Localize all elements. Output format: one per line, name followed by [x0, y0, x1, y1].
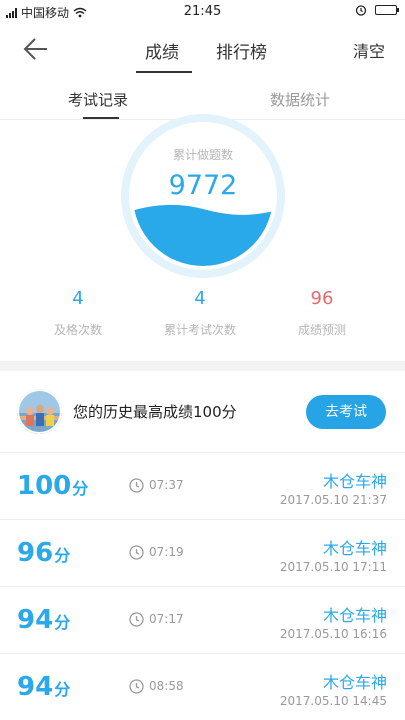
record-user: 木仓车神	[322, 539, 387, 558]
record-score: 94分	[17, 672, 70, 702]
record-date: 2017.05.10 16:16	[279, 627, 387, 641]
score-value: 94	[17, 605, 54, 635]
score-value: 94	[17, 672, 54, 702]
clock-icon	[129, 679, 144, 694]
stat-exam-count: 4 累计考试次数	[140, 288, 260, 338]
record-duration: 08:58	[149, 679, 184, 693]
active-subtab-indicator	[83, 117, 119, 119]
score-value: 96	[17, 538, 54, 568]
stat-score-prediction: 96 成绩预测	[262, 288, 382, 338]
record-user: 木仓车神	[322, 606, 387, 625]
tab-data-statistics[interactable]: 数据统计	[270, 89, 330, 110]
tab-ranking[interactable]: 排行榜	[216, 38, 267, 63]
best-score-text: 您的历史最高成绩100分	[73, 403, 237, 421]
avatar	[17, 389, 62, 434]
record-date: 2017.05.10 17:11	[279, 560, 387, 574]
record-duration: 07:37	[149, 478, 184, 492]
status-right	[355, 4, 399, 16]
back-arrow-icon[interactable]	[22, 36, 48, 62]
stat-label: 成绩预测	[297, 323, 346, 337]
record-user: 木仓车神	[322, 673, 387, 692]
record-score: 100分	[17, 471, 88, 501]
stat-label: 累计考试次数	[163, 323, 236, 337]
stat-value: 96	[310, 288, 334, 309]
gauge-label: 累计做题数	[172, 148, 233, 162]
clock-icon	[129, 478, 144, 493]
score-unit: 分	[54, 546, 71, 565]
status-time: 21:45	[183, 4, 222, 19]
alarm-icon	[355, 5, 367, 16]
clock-icon	[129, 545, 144, 560]
record-duration: 07:19	[149, 545, 184, 559]
record-row[interactable]: 94分 08:58 木仓车神 2017.05.10 14:45	[0, 654, 405, 720]
clock-icon	[129, 612, 144, 627]
score-unit: 分	[54, 680, 71, 699]
record-row[interactable]: 96分 07:19 木仓车神 2017.05.10 17:11	[0, 520, 405, 587]
best-score-row: 您的历史最高成绩100分 去考试	[0, 371, 405, 453]
score-unit: 分	[72, 479, 89, 498]
clear-button[interactable]: 清空	[353, 38, 385, 62]
record-row[interactable]: 100分 07:37 木仓车神 2017.05.10 21:37	[0, 453, 405, 520]
status-bar: 中国移动 21:45	[0, 0, 405, 24]
record-date: 2017.05.10 14:45	[279, 694, 387, 708]
stat-value: 4	[72, 288, 84, 309]
stat-label: 及格次数	[53, 323, 102, 337]
go-exam-button[interactable]: 去考试	[306, 395, 386, 429]
gauge-wave	[133, 204, 273, 266]
record-user: 木仓车神	[322, 472, 387, 491]
active-tab-indicator	[136, 71, 192, 73]
record-score: 94分	[17, 605, 70, 635]
battery-icon	[375, 5, 399, 15]
record-score: 96分	[17, 538, 70, 568]
tab-score[interactable]: 成绩	[145, 38, 179, 63]
record-date: 2017.05.10 21:37	[279, 493, 387, 507]
total-questions-value: 9772	[168, 170, 238, 201]
stat-value: 4	[194, 288, 206, 309]
score-value: 100	[17, 471, 72, 501]
section-divider	[0, 361, 405, 371]
score-unit: 分	[54, 613, 71, 632]
record-row[interactable]: 94分 07:17 木仓车神 2017.05.10 16:16	[0, 587, 405, 654]
top-nav: 成绩 排行榜 清空	[0, 24, 405, 74]
record-duration: 07:17	[149, 612, 184, 626]
stat-pass-count: 4 及格次数	[18, 288, 138, 338]
tab-exam-records[interactable]: 考试记录	[68, 89, 128, 110]
